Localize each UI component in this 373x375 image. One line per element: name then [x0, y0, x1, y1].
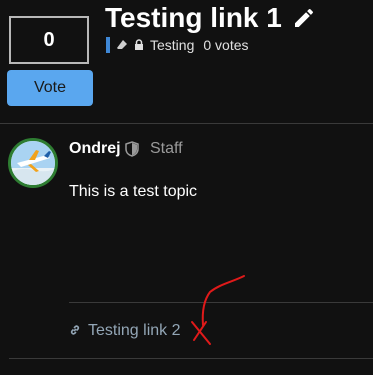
- post-body: This is a test topic: [69, 183, 198, 200]
- category-color-bar: [106, 37, 110, 53]
- divider-top: [0, 123, 373, 124]
- topic-meta: Testing 0 votes: [106, 37, 249, 53]
- user-role: Staff: [150, 140, 183, 157]
- post-username[interactable]: Ondrej: [69, 140, 121, 158]
- related-topic-link[interactable]: Testing link 2: [88, 322, 181, 340]
- link-icon: [70, 325, 80, 335]
- eraser-icon: [117, 40, 127, 49]
- divider-post-bottom: [69, 302, 373, 303]
- avatar[interactable]: [8, 138, 58, 188]
- divider-related-bottom: [9, 358, 373, 359]
- shield-icon: [125, 141, 139, 157]
- pencil-icon[interactable]: [292, 6, 316, 30]
- vote-count: 0: [9, 16, 89, 64]
- vote-button[interactable]: Vote: [7, 70, 93, 106]
- topic-title: Testing link 1: [105, 2, 282, 33]
- red-arrow-annotation: [191, 275, 245, 345]
- airplane-avatar-image: [11, 141, 55, 185]
- lock-icon: [135, 39, 143, 50]
- category-name[interactable]: Testing: [150, 37, 194, 53]
- vote-total: 0 votes: [203, 37, 249, 53]
